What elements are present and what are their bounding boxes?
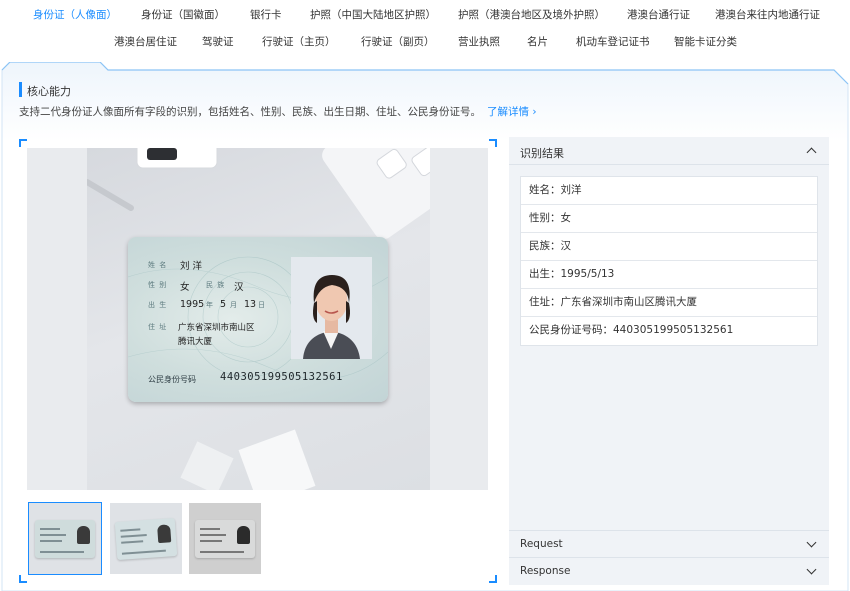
tab-passport-mainland[interactable]: 护照（中国大陆地区护照） [310,8,436,22]
thumbnail-sample-1[interactable] [28,502,102,575]
result-table: 姓名：刘洋 性别：女 民族：汉 出生：1995/5/13 住址：广东省深圳市南山… [520,176,818,346]
portrait-illustration [291,257,372,359]
thumbnail-text-line [200,540,222,542]
thumbnail-portrait-icon [157,524,172,544]
tab-id-card-portrait[interactable]: 身份证（人像面） [33,8,117,22]
thumbnail-text-line [121,549,166,555]
card-name-label: 姓 名 [148,261,168,269]
thumbnail-text-line [200,528,220,530]
id-card-front: 姓 名 刘 洋 性 别 女 民 族 汉 出 生 1995 年 5 月 13 日 … [128,237,388,402]
thumbnail-text-line [40,534,66,536]
thumbnail-text-line [40,528,60,530]
card-birth-label: 出 生 [148,301,168,309]
card-birth-day: 13 [244,299,257,310]
thumbnail-portrait-icon [77,526,90,544]
demo-image-area: 姓 名 刘 洋 性 别 女 民 族 汉 出 生 1995 年 5 月 13 日 … [27,148,488,490]
chevron-down-icon[interactable] [806,564,817,575]
id-card-photo: 姓 名 刘 洋 性 别 女 民 族 汉 出 生 1995 年 5 月 13 日 … [87,148,430,490]
request-accordion[interactable]: Request [509,530,829,557]
result-title: 识别结果 [520,147,564,160]
tab-vehicle-registration[interactable]: 机动车登记证书 [576,35,650,49]
frame-corner-top-right [489,139,497,147]
thumbnail-portrait-icon [237,526,250,544]
card-birth-month-unit: 月 [230,301,238,309]
card-address-label: 住 址 [148,323,168,331]
result-header[interactable]: 识别结果 [509,137,829,165]
result-row-ethnic: 民族：汉 [521,233,817,261]
frame-corner-bottom-left [19,575,27,583]
thumbnail-text-line [120,528,141,532]
card-birth-year-unit: 年 [206,301,214,309]
card-ethnic-value: 汉 [234,282,244,293]
result-row-address: 住址：广东省深圳市南山区腾讯大厦 [521,289,817,317]
card-birth-year: 1995 [180,299,205,310]
response-accordion[interactable]: Response [509,557,829,584]
card-gender-label: 性 别 [148,281,168,289]
thumbnail-text-line [121,540,144,544]
request-label: Request [520,538,563,550]
thumbnail-sample-3[interactable] [189,503,261,574]
section-title: 核心能力 [27,85,71,98]
result-row-name: 姓名：刘洋 [521,177,817,205]
tab-hk-macau-taiwan-pass[interactable]: 港澳台通行证 [627,8,690,22]
section-description-text: 支持二代身份证人像面所有字段的识别，包括姓名、性别、民族、出生日期、住址、公民身… [19,106,481,118]
thumbnail-card-1 [35,520,95,558]
thumbnail-text-line [120,533,147,538]
response-label: Response [520,565,571,577]
tab-business-card[interactable]: 名片 [527,35,548,49]
tab-mainland-travel-permit[interactable]: 港澳台来往内地通行证 [715,8,820,22]
tab-bank-card[interactable]: 银行卡 [250,8,282,22]
thumbnail-text-line [200,534,226,536]
thumbnail-text-line [200,551,244,553]
tab-id-card-emblem[interactable]: 身份证（国徽面） [141,8,225,22]
tab-passport-overseas[interactable]: 护照（港澳台地区及境外护照） [458,8,605,22]
frame-corner-bottom-right [489,575,497,583]
document-type-tabs: 身份证（人像面） 身份证（国徽面） 银行卡 护照（中国大陆地区护照） 护照（港澳… [0,0,850,58]
result-row-birth: 出生：1995/5/13 [521,261,817,289]
thumbnail-text-line [40,540,62,542]
tab-driving-license[interactable]: 驾驶证 [202,35,234,49]
tab-smart-card-classify[interactable]: 智能卡证分类 [674,35,737,49]
card-birth-day-unit: 日 [258,301,266,309]
chevron-down-icon[interactable] [806,537,817,548]
thumbnail-sample-2[interactable] [110,503,182,574]
card-name-value: 刘 洋 [180,261,203,272]
thumbnail-card-2 [114,517,178,561]
card-portrait [291,257,372,359]
learn-more-link[interactable]: 了解详情 › [487,106,537,118]
card-address-line1: 广东省深圳市南山区 [178,323,255,333]
thumbnail-card-3 [195,520,255,558]
result-row-gender: 性别：女 [521,205,817,233]
tab-vehicle-license-main[interactable]: 行驶证（主页） [262,35,336,49]
chevron-up-icon[interactable] [806,147,817,158]
result-row-id-number: 公民身份证号码：440305199505132561 [529,324,734,336]
tab-vehicle-license-secondary[interactable]: 行驶证（副页） [361,35,435,49]
card-gender-value: 女 [180,282,190,293]
card-id-number: 440305199505132561 [220,371,343,383]
recognition-result-panel: 识别结果 姓名：刘洋 性别：女 民族：汉 出生：1995/5/13 住址：广东省… [509,137,829,585]
card-ethnic-label: 民 族 [206,281,226,289]
card-address-line2: 腾讯大厦 [178,337,213,347]
card-birth-month: 5 [220,299,227,310]
frame-corner-top-left [19,139,27,147]
card-id-label: 公民身份号码 [148,375,196,384]
thumbnail-text-line [40,551,84,553]
section-accent-bar [19,82,22,97]
section-description: 支持二代身份证人像面所有字段的识别，包括姓名、性别、民族、出生日期、住址、公民身… [19,104,537,119]
tab-residence-permit[interactable]: 港澳台居住证 [114,35,177,49]
tab-business-license[interactable]: 营业执照 [458,35,500,49]
